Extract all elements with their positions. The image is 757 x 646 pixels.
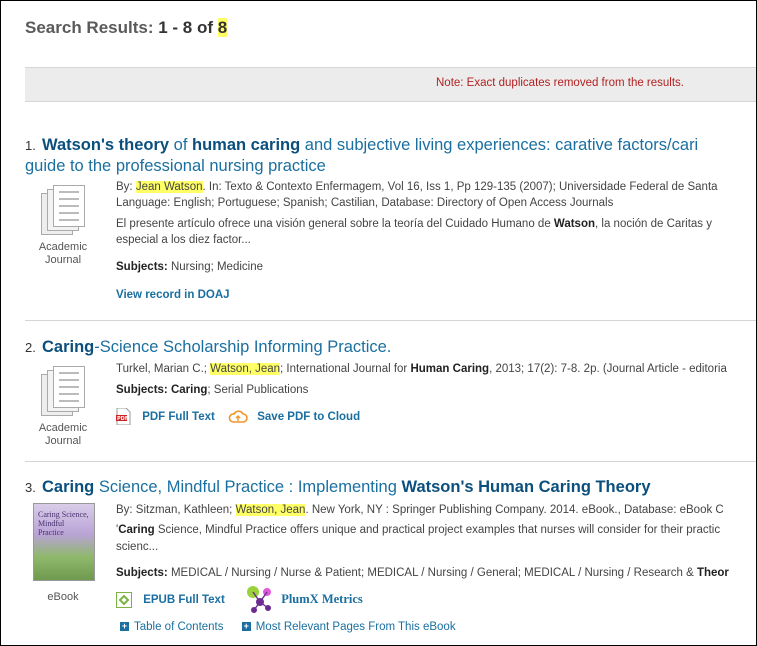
journal-icon bbox=[41, 185, 85, 239]
result-title-link[interactable]: Watson's theory of human caring and subj… bbox=[25, 135, 699, 175]
results-frame: Search Results: 1 - 8 of 8 Note: Exact d… bbox=[0, 0, 757, 646]
subjects-bold: Theor bbox=[696, 567, 729, 579]
subjects-text: ; Serial Publications bbox=[207, 384, 309, 396]
results-range: 1 - 8 of bbox=[158, 18, 218, 37]
author-link[interactable]: Jean Watson bbox=[135, 181, 203, 193]
result-number: 1. bbox=[25, 138, 36, 153]
view-record-doaj-link[interactable]: View record in DOAJ bbox=[116, 289, 230, 301]
title-line-2: guide to the professional nursing practi… bbox=[25, 157, 326, 175]
epub-icon[interactable] bbox=[116, 592, 132, 608]
result-subjects: Subjects: MEDICAL / Nursing / Nurse & Pa… bbox=[116, 565, 729, 581]
result-number: 3. bbox=[25, 480, 36, 495]
source-text: Human Caring bbox=[410, 363, 490, 375]
epub-full-text-link[interactable]: EPUB Full Text bbox=[143, 594, 225, 606]
cover-text: Caring Science, Mindful Practice bbox=[38, 510, 89, 537]
publication-type: eBook bbox=[47, 591, 79, 603]
result-subjects: Subjects: Nursing; Medicine bbox=[116, 259, 263, 275]
plumx-icon[interactable] bbox=[246, 585, 274, 615]
save-pdf-to-cloud-link[interactable]: Save PDF to Cloud bbox=[257, 411, 360, 423]
result-abstract: El presente artículo ofrece una visión g… bbox=[116, 216, 712, 232]
title-part: and subjective living experiences: carat… bbox=[300, 136, 699, 154]
most-relevant-pages-link[interactable]: Most Relevant Pages From This eBook bbox=[256, 621, 456, 633]
source-text: . New York, NY : Springer Publishing Com… bbox=[305, 504, 724, 516]
ebook-cover-thumbnail[interactable]: Caring Science, Mindful Practice eBook bbox=[33, 503, 95, 604]
result-abstract-line-2: especial a los diez factor... bbox=[116, 234, 251, 246]
result-subjects: Subjects: Caring; Serial Publications bbox=[116, 382, 308, 398]
cloud-icon[interactable] bbox=[228, 409, 248, 424]
ebook-links-row: + Table of Contents + Most Relevant Pages … bbox=[120, 619, 456, 635]
subjects-label: Subjects: bbox=[116, 567, 168, 579]
subjects-text: Nursing; Medicine bbox=[167, 261, 263, 273]
result-source-line: By: Sitzman, Kathleen; Watson, Jean. New… bbox=[116, 502, 724, 518]
pdf-icon[interactable]: PDF bbox=[116, 408, 131, 425]
result-title-link[interactable]: Caring-Science Scholarship Informing Pra… bbox=[42, 337, 391, 358]
fulltext-row: PDF PDF Full Text Save PDF to Cloud bbox=[116, 408, 360, 425]
abstract-part: El presente artículo ofrece una visión g… bbox=[116, 218, 554, 230]
source-text: ; International Journal for bbox=[280, 363, 411, 375]
duplicates-note: Note: Exact duplicates removed from the … bbox=[436, 77, 684, 89]
result-number: 2. bbox=[25, 340, 36, 355]
title-part: Science, Mindful Practice : Implementing bbox=[94, 478, 402, 496]
by-label: By: bbox=[116, 181, 136, 193]
source-text: . In: Texto & Contexto Enfermagem, Vol 1… bbox=[202, 181, 718, 193]
abstract-part: Caring bbox=[118, 524, 155, 536]
doaj-row: View record in DOAJ bbox=[116, 287, 230, 303]
table-of-contents-link[interactable]: Table of Contents bbox=[134, 621, 224, 633]
plus-icon[interactable]: + bbox=[241, 622, 251, 632]
result-abstract: 'Caring Science, Mindful Practice offers… bbox=[116, 522, 720, 538]
result-language: Language: English; Portuguese; Spanish; … bbox=[116, 197, 614, 209]
abstract-part: Science, Mindful Practice offers unique … bbox=[154, 524, 721, 536]
title-part: Caring bbox=[42, 338, 95, 356]
subjects-label: Subjects: bbox=[116, 261, 168, 273]
title-part: Watson's theory bbox=[42, 136, 170, 154]
publication-type: Academic Journal bbox=[38, 422, 88, 447]
abstract-part: , la noción de Caritas y bbox=[595, 218, 712, 230]
svg-text:PDF: PDF bbox=[117, 416, 128, 422]
title-part: human caring bbox=[192, 136, 301, 154]
journal-icon bbox=[41, 366, 85, 420]
results-total: 8 bbox=[217, 18, 228, 37]
subjects-text: MEDICAL / Nursing / Nurse & Patient; MED… bbox=[167, 567, 697, 579]
fulltext-row: EPUB Full Text PlumX Metrics bbox=[116, 585, 363, 615]
result-divider bbox=[25, 320, 756, 321]
results-header: Search Results: 1 - 8 of 8 bbox=[25, 18, 228, 38]
source-text: , 2013; 17(2): 7-8. 2p. (Journal Article… bbox=[489, 363, 727, 375]
duplicates-note-bar: Note: Exact duplicates removed from the … bbox=[25, 67, 756, 102]
result-source-line: Turkel, Marian C.; Watson, Jean; Interna… bbox=[116, 361, 727, 377]
result-source-line: By: Jean Watson. In: Texto & Contexto En… bbox=[116, 179, 718, 195]
pdf-full-text-link[interactable]: PDF Full Text bbox=[142, 411, 215, 423]
result-title-link[interactable]: Caring Science, Mindful Practice : Imple… bbox=[42, 477, 651, 498]
result-abstract-line-2: scienc... bbox=[116, 541, 159, 553]
title-part: -Science Scholarship Informing Practice. bbox=[94, 338, 392, 356]
title-part: of bbox=[169, 136, 193, 154]
title-part: Caring bbox=[42, 478, 95, 496]
subjects-label: Subjects: bbox=[116, 384, 168, 396]
subjects-bold: Caring bbox=[167, 384, 208, 396]
abstract-part: Watson bbox=[553, 218, 596, 230]
results-header-label: Search Results: bbox=[25, 18, 159, 37]
book-cover-image: Caring Science, Mindful Practice bbox=[33, 503, 95, 581]
title-part: Watson's Human Caring Theory bbox=[401, 478, 651, 496]
plumx-metrics-link[interactable]: PlumX Metrics bbox=[281, 592, 363, 606]
by-label: By: Sitzman, Kathleen; bbox=[116, 504, 236, 516]
academic-journal-thumbnail[interactable]: Academic Journal bbox=[35, 185, 91, 267]
plus-icon[interactable]: + bbox=[120, 622, 129, 632]
publication-type: Academic Journal bbox=[38, 241, 88, 266]
academic-journal-thumbnail[interactable]: Academic Journal bbox=[35, 366, 91, 448]
author-pre: Turkel, Marian C.; bbox=[116, 363, 211, 375]
author-link[interactable]: Watson, Jean bbox=[235, 504, 306, 516]
result-divider bbox=[25, 461, 756, 462]
author-link[interactable]: Watson, Jean bbox=[210, 363, 281, 375]
